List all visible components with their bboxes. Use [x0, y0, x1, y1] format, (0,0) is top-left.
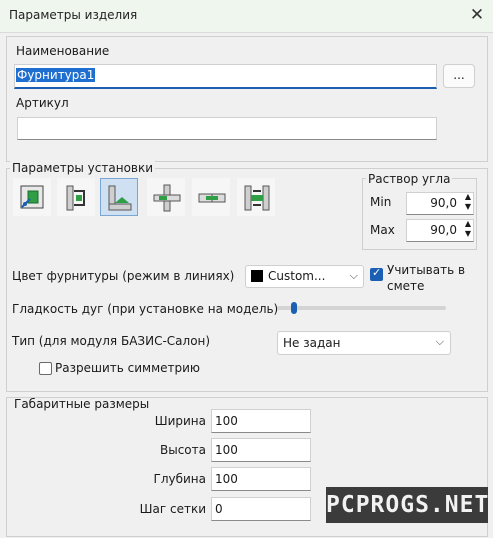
install-mode-2-icon [66, 185, 85, 211]
browse-button-label: ... [453, 68, 465, 82]
color-select[interactable]: Custom... ⌵ [245, 265, 364, 288]
angle-max-label: Max [370, 223, 395, 237]
dimensions-group-label: Габаритные размеры [14, 397, 150, 411]
angle-max-value: 90,0 [430, 223, 457, 237]
slider-track [277, 306, 446, 310]
name-input[interactable]: Фурнитура1 [14, 64, 437, 89]
slider-thumb[interactable] [291, 302, 297, 314]
type-label: Тип (для модуля БАЗИС-Салон) [12, 334, 211, 348]
width-value: 100 [215, 414, 238, 428]
window-title: Параметры изделия [9, 8, 138, 22]
name-input-value: Фурнитура1 [16, 68, 96, 82]
install-mode-4-icon [153, 184, 181, 212]
install-mode-4-button[interactable] [147, 178, 185, 216]
symmetry-label: Разрешить симметрию [55, 361, 201, 375]
estimate-label-line2: смете [387, 279, 425, 293]
smoothness-label: Гладкость дуг (при установке на модель) [12, 302, 279, 316]
spin-down-icon[interactable]: ▼ [465, 229, 471, 238]
install-mode-6-icon [244, 185, 270, 211]
width-label: Ширина [154, 414, 206, 428]
height-value: 100 [215, 443, 238, 457]
type-select-value: Не задан [283, 336, 341, 350]
depth-input[interactable]: 100 [211, 467, 311, 491]
grid-step-value: 0 [215, 502, 223, 516]
angle-min-spin[interactable]: 90,0 ▲ ▼ [406, 192, 474, 215]
color-label: Цвет фурнитуры (режим в линиях) [12, 269, 235, 283]
install-mode-5-icon [198, 193, 226, 203]
height-label: Высота [160, 443, 206, 457]
estimate-label-line1: Учитывать в [387, 263, 466, 277]
spin-up-icon[interactable]: ▲ [465, 192, 471, 201]
article-input[interactable] [17, 117, 437, 140]
angle-label: Раствор угла [366, 172, 453, 186]
symmetry-checkbox[interactable] [39, 362, 52, 375]
install-mode-1-icon [20, 185, 44, 209]
install-group-label: Параметры установки [10, 161, 156, 175]
angle-min-label: Min [370, 195, 392, 209]
angle-max-spin[interactable]: 90,0 ▲ ▼ [406, 219, 474, 242]
spin-down-icon[interactable]: ▼ [465, 202, 471, 211]
install-mode-2-button[interactable] [57, 178, 95, 216]
color-swatch [251, 270, 263, 282]
article-label: Артикул [16, 96, 69, 110]
close-icon[interactable]: ✕ [465, 3, 489, 27]
height-input[interactable]: 100 [211, 438, 311, 462]
browse-button[interactable]: ... [443, 64, 475, 88]
title-bar: Параметры изделия ✕ [0, 0, 493, 33]
watermark-logo: PCPROGS.NET [326, 487, 488, 523]
install-mode-3-button[interactable] [100, 178, 138, 216]
depth-value: 100 [215, 472, 238, 486]
grid-step-input[interactable]: 0 [211, 497, 311, 521]
name-label: Наименование [16, 44, 110, 58]
estimate-checkbox[interactable]: ✓ [370, 266, 383, 281]
install-mode-1-button[interactable] [13, 178, 51, 216]
chevron-down-icon: ⌵ [349, 269, 358, 282]
width-input[interactable]: 100 [211, 409, 311, 433]
depth-label: Глубина [153, 472, 207, 486]
color-select-value: Custom... [268, 269, 326, 283]
install-mode-3-icon [108, 185, 132, 211]
smoothness-slider[interactable] [277, 300, 446, 318]
grid-step-label: Шаг сетки [139, 502, 206, 516]
install-mode-5-button[interactable] [192, 178, 230, 216]
type-select[interactable]: Не задан ⌵ [277, 331, 451, 355]
check-icon: ✓ [372, 266, 382, 279]
chevron-down-icon: ⌵ [435, 335, 444, 348]
install-mode-6-button[interactable] [237, 178, 275, 216]
angle-min-value: 90,0 [430, 196, 457, 210]
spin-up-icon[interactable]: ▲ [465, 219, 471, 228]
